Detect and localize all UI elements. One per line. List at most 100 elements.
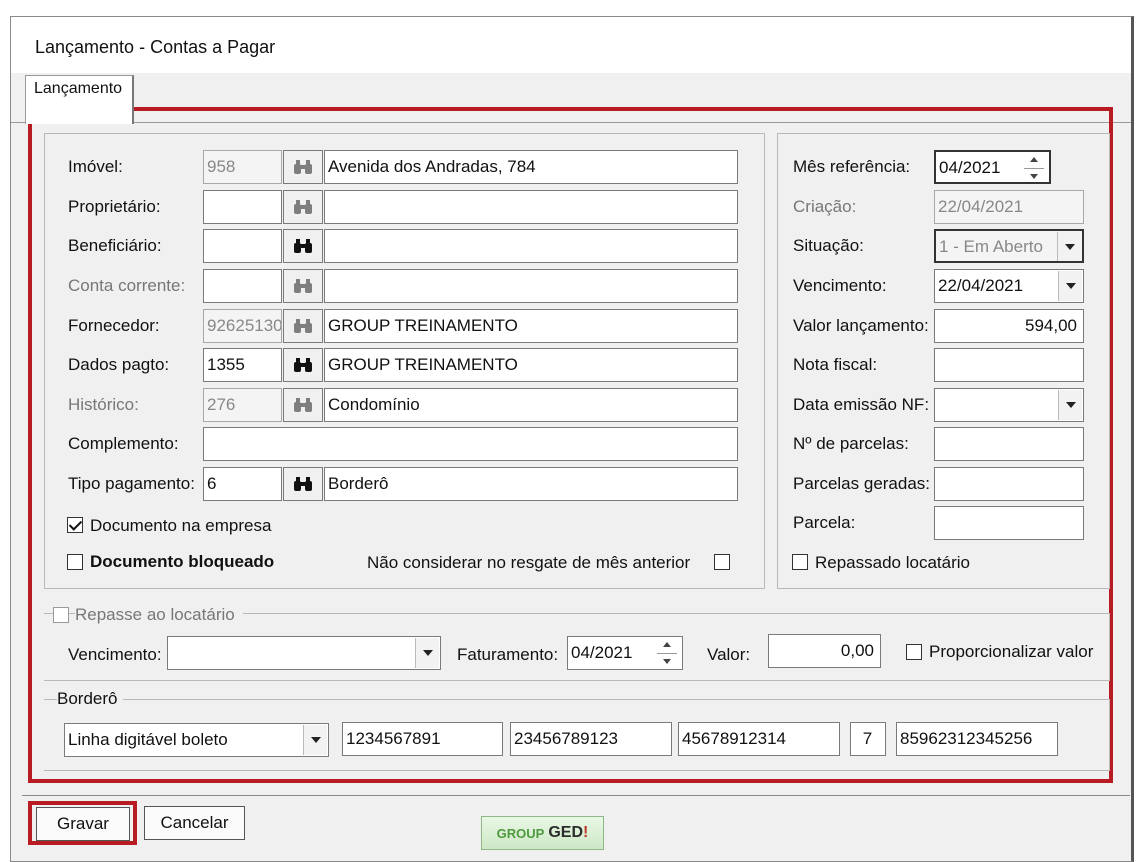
faturamento-value: 04/2021 bbox=[571, 643, 633, 662]
conta-corrente-find-button[interactable] bbox=[283, 269, 323, 303]
binoculars-icon bbox=[294, 200, 312, 214]
repassado-locatario-label: Repassado locatário bbox=[815, 553, 970, 572]
chevron-down-icon[interactable] bbox=[415, 638, 439, 668]
chevron-down-icon[interactable] bbox=[1058, 390, 1082, 420]
chevron-down-icon[interactable] bbox=[303, 725, 327, 755]
binoculars-icon bbox=[294, 358, 312, 372]
repasse-vencimento-dropdown[interactable] bbox=[167, 636, 441, 670]
group-ged-logo: GROUP GED ! bbox=[481, 816, 604, 850]
dados-pagto-label: Dados pagto: bbox=[68, 355, 170, 374]
fornecedor-find-button[interactable] bbox=[283, 309, 323, 343]
dados-pagto-desc-field[interactable]: GROUP TREINAMENTO bbox=[324, 348, 738, 382]
historico-code-field[interactable]: 276 bbox=[203, 388, 282, 422]
imovel-code-field[interactable]: 958 bbox=[203, 150, 282, 184]
repasse-locatario-checkbox[interactable] bbox=[53, 607, 69, 623]
vencimento-label: Vencimento: bbox=[793, 276, 887, 295]
bottom-separator bbox=[22, 795, 1130, 796]
repasse-valor-field[interactable]: 0,00 bbox=[768, 634, 881, 668]
data-emissao-nf-date-picker[interactable] bbox=[934, 388, 1084, 422]
chevron-down-icon[interactable] bbox=[1057, 232, 1081, 261]
tab-lancamento[interactable]: Lançamento bbox=[25, 75, 135, 124]
parcelas-geradas-label: Parcelas geradas: bbox=[793, 474, 931, 493]
proprietario-desc-field[interactable] bbox=[324, 190, 738, 224]
mes-referencia-spinner[interactable]: 04/2021 bbox=[934, 150, 1051, 184]
proprietario-label: Proprietário: bbox=[68, 197, 161, 216]
imovel-label: Imóvel: bbox=[68, 157, 123, 176]
beneficiario-desc-field[interactable] bbox=[324, 229, 738, 263]
bordero-field-2[interactable]: 23456789123 bbox=[510, 722, 672, 756]
faturamento-spinner[interactable]: 04/2021 bbox=[567, 636, 683, 670]
bordero-field-5[interactable]: 85962312345256 bbox=[896, 722, 1058, 756]
binoculars-icon bbox=[294, 477, 312, 491]
parcela-label: Parcela: bbox=[793, 513, 856, 532]
bordero-field-1[interactable]: 1234567891 bbox=[342, 722, 503, 756]
nao-considerar-checkbox[interactable] bbox=[714, 554, 730, 570]
dados-pagto-find-button[interactable] bbox=[283, 348, 323, 382]
bordero-field-4[interactable]: 7 bbox=[850, 722, 886, 756]
fornecedor-code-field[interactable]: 92625130 bbox=[203, 309, 282, 343]
proprietario-code-field[interactable] bbox=[203, 190, 282, 224]
historico-find-button[interactable] bbox=[283, 388, 323, 422]
cancelar-button[interactable]: Cancelar bbox=[144, 806, 245, 840]
criacao-field: 22/04/2021 bbox=[934, 190, 1084, 224]
tipo-pagamento-desc-field[interactable]: Borderô bbox=[324, 467, 738, 501]
complemento-field[interactable] bbox=[203, 427, 738, 461]
imovel-find-button[interactable] bbox=[283, 150, 323, 184]
valor-lancamento-field[interactable]: 594,00 bbox=[934, 309, 1084, 343]
faturamento-spin-buttons[interactable] bbox=[654, 639, 680, 667]
window-title: Lançamento - Contas a Pagar bbox=[35, 37, 276, 57]
repassado-locatario-checkbox[interactable] bbox=[792, 554, 808, 570]
title-bar: Lançamento - Contas a Pagar bbox=[11, 17, 1131, 73]
dados-pagto-code-field[interactable]: 1355 bbox=[203, 348, 282, 382]
mes-referencia-spin-buttons[interactable] bbox=[1021, 154, 1047, 182]
bordero-field-3[interactable]: 45678912314 bbox=[678, 722, 840, 756]
gravar-button[interactable]: Gravar bbox=[36, 807, 130, 841]
vencimento-date-picker[interactable]: 22/04/2021 bbox=[934, 269, 1084, 303]
faturamento-label: Faturamento: bbox=[457, 645, 559, 664]
situacao-dropdown[interactable]: 1 - Em Aberto bbox=[934, 229, 1084, 263]
nao-considerar-label: Não considerar no resgate de mês anterio… bbox=[367, 553, 691, 572]
parcelas-geradas-field[interactable] bbox=[934, 467, 1084, 501]
bordero-tipo-value: Linha digitável boleto bbox=[68, 730, 228, 749]
beneficiario-label: Beneficiário: bbox=[68, 236, 162, 255]
data-emissao-nf-label: Data emissão NF: bbox=[793, 395, 930, 414]
binoculars-icon bbox=[294, 319, 312, 333]
criacao-label: Criação: bbox=[793, 197, 857, 216]
documento-bloqueado-checkbox[interactable] bbox=[67, 554, 83, 570]
conta-corrente-code-field[interactable] bbox=[203, 269, 282, 303]
binoculars-icon bbox=[294, 160, 312, 174]
tipo-pagamento-code-field[interactable]: 6 bbox=[203, 467, 282, 501]
beneficiario-find-button[interactable] bbox=[283, 229, 323, 263]
tipo-pagamento-label: Tipo pagamento: bbox=[68, 474, 195, 493]
mes-referencia-value: 04/2021 bbox=[939, 158, 1001, 177]
fornecedor-label: Fornecedor: bbox=[68, 316, 160, 335]
conta-corrente-desc-field[interactable] bbox=[324, 269, 738, 303]
beneficiario-code-field[interactable] bbox=[203, 229, 282, 263]
chevron-down-icon[interactable] bbox=[1058, 271, 1082, 301]
historico-desc-field[interactable]: Condomínio bbox=[324, 388, 738, 422]
repasse-locatario-title: Repasse ao locatário bbox=[75, 605, 243, 625]
historico-label: Histórico: bbox=[68, 395, 139, 414]
proporcionalizar-checkbox[interactable] bbox=[906, 644, 922, 660]
imovel-desc-field[interactable]: Avenida dos Andradas, 784 bbox=[324, 150, 738, 184]
conta-corrente-label: Conta corrente: bbox=[68, 276, 186, 295]
binoculars-icon bbox=[294, 398, 312, 412]
parcela-field[interactable] bbox=[934, 506, 1084, 540]
tipo-pagamento-find-button[interactable] bbox=[283, 467, 323, 501]
documento-empresa-checkbox[interactable] bbox=[67, 517, 83, 533]
num-parcelas-field[interactable] bbox=[934, 427, 1084, 461]
num-parcelas-label: Nº de parcelas: bbox=[793, 434, 909, 453]
bordero-title: Borderô bbox=[57, 689, 124, 709]
nota-fiscal-label: Nota fiscal: bbox=[793, 355, 878, 374]
proporcionalizar-label: Proporcionalizar valor bbox=[929, 642, 1094, 661]
mes-referencia-label: Mês referência: bbox=[793, 157, 911, 176]
binoculars-icon bbox=[294, 279, 312, 293]
situacao-label: Situação: bbox=[793, 236, 864, 255]
fornecedor-desc-field[interactable]: GROUP TREINAMENTO bbox=[324, 309, 738, 343]
valor-lancamento-label: Valor lançamento: bbox=[793, 316, 929, 335]
proprietario-find-button[interactable] bbox=[283, 190, 323, 224]
documento-empresa-label: Documento na empresa bbox=[90, 516, 272, 535]
nota-fiscal-field[interactable] bbox=[934, 348, 1084, 382]
situacao-value: 1 - Em Aberto bbox=[939, 237, 1043, 256]
bordero-tipo-dropdown[interactable]: Linha digitável boleto bbox=[64, 723, 329, 757]
